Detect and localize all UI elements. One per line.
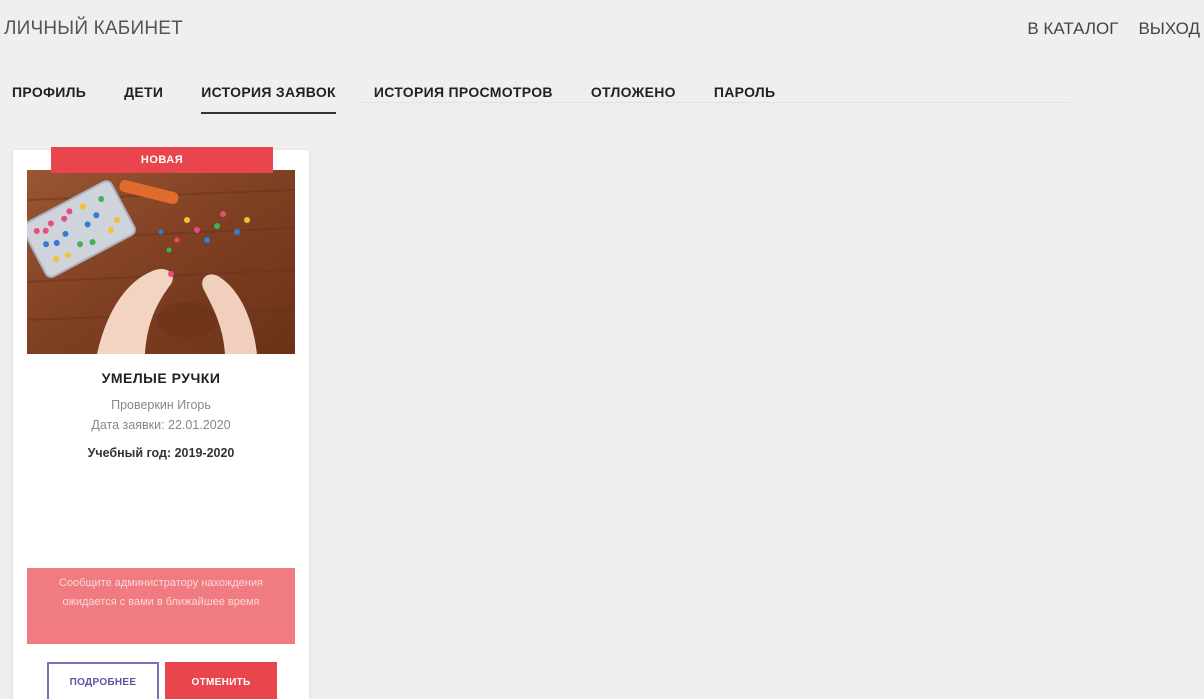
request-date: Дата заявки: 22.01.2020	[91, 418, 231, 432]
tab-children[interactable]: ДЕТИ	[124, 84, 163, 114]
profile-tabs: ПРОФИЛЬ ДЕТИ ИСТОРИЯ ЗАЯВОК ИСТОРИЯ ПРОС…	[12, 84, 775, 114]
logout-link[interactable]: ВЫХОД	[1138, 19, 1200, 39]
tab-requests-history[interactable]: ИСТОРИЯ ЗАЯВОК	[201, 84, 336, 114]
request-card: НОВАЯ УМЕЛЫЕ РУЧКИ Проверкин Игорь Дата …	[13, 147, 309, 699]
top-bar: ЛИЧНЫЙ КАБИНЕТ В КАТАЛОГ ВЫХОД	[0, 0, 1204, 60]
craft-photo-image	[27, 170, 295, 354]
catalog-link[interactable]: В КАТАЛОГ	[1027, 19, 1118, 39]
school-year: Учебный год: 2019-2020	[87, 446, 235, 460]
tab-views-history[interactable]: ИСТОРИЯ ПРОСМОТРОВ	[374, 84, 553, 114]
top-links: В КАТАЛОГ ВЫХОД	[1027, 19, 1200, 39]
tab-profile[interactable]: ПРОФИЛЬ	[12, 84, 86, 114]
page-title: ЛИЧНЫЙ КАБИНЕТ	[4, 18, 183, 39]
course-title: УМЕЛЫЕ РУЧКИ	[101, 370, 221, 386]
notice-message: Сообщите администратору нахождения ожида…	[27, 568, 295, 644]
details-button[interactable]: ПОДРОБНЕЕ	[47, 662, 159, 699]
tab-password[interactable]: ПАРОЛЬ	[714, 84, 776, 114]
child-name: Проверкин Игорь	[111, 398, 211, 412]
tab-postponed[interactable]: ОТЛОЖЕНО	[591, 84, 676, 114]
cancel-button[interactable]: ОТМЕНИТЬ	[165, 662, 277, 699]
status-badge: НОВАЯ	[51, 147, 273, 173]
beads-craft-photo	[27, 170, 295, 354]
